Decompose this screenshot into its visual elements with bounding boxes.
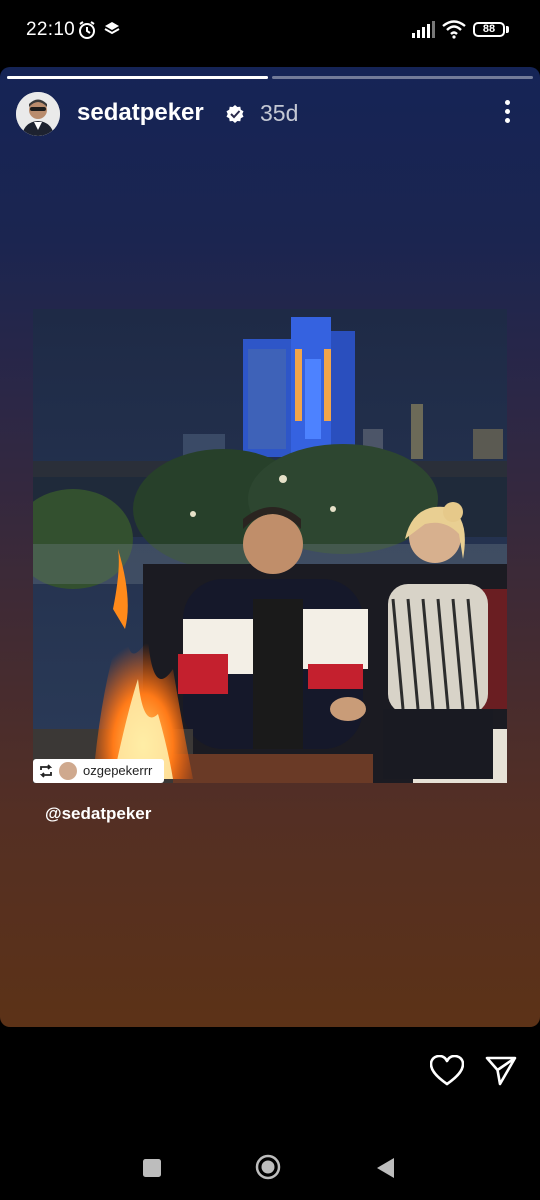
status-time: 22:10 xyxy=(26,19,76,40)
battery-icon: 88 xyxy=(473,22,505,37)
back-icon[interactable] xyxy=(374,1156,396,1180)
repost-attribution[interactable]: ozgepekerrr xyxy=(33,759,164,783)
more-dot xyxy=(504,100,510,105)
status-bar: 22:10 88 xyxy=(0,0,540,62)
mention-sticker[interactable]: @sedatpeker xyxy=(45,804,151,824)
heart-icon[interactable] xyxy=(430,1055,464,1087)
recents-icon[interactable] xyxy=(142,1158,162,1178)
send-icon[interactable] xyxy=(485,1055,517,1087)
verified-badge-icon xyxy=(226,105,244,123)
layers-icon xyxy=(104,22,120,35)
story-viewer[interactable]: sedatpeker 35d ozgepekerrr @sedatpeker xyxy=(0,67,540,1027)
repost-username: ozgepekerrr xyxy=(83,763,153,778)
wifi-icon xyxy=(442,20,466,39)
story-progress-fill-1 xyxy=(7,76,268,79)
battery-level: 88 xyxy=(482,23,496,35)
story-progress-1 xyxy=(7,76,268,79)
story-username[interactable]: sedatpeker xyxy=(77,99,204,127)
story-time-ago: 35d xyxy=(260,100,299,126)
repost-avatar xyxy=(59,762,77,780)
battery-tip xyxy=(506,26,509,33)
home-icon[interactable] xyxy=(254,1153,282,1181)
story-photo[interactable] xyxy=(33,309,507,783)
story-photo-image xyxy=(33,309,507,783)
story-progress-2 xyxy=(272,76,533,79)
repost-icon xyxy=(39,764,53,778)
more-dot xyxy=(504,118,510,123)
more-dot xyxy=(504,109,510,114)
avatar-image xyxy=(16,92,60,136)
avatar[interactable] xyxy=(16,92,60,136)
more-options-icon[interactable] xyxy=(497,100,517,126)
alarm-icon xyxy=(79,21,95,39)
signal-icon xyxy=(412,21,435,38)
